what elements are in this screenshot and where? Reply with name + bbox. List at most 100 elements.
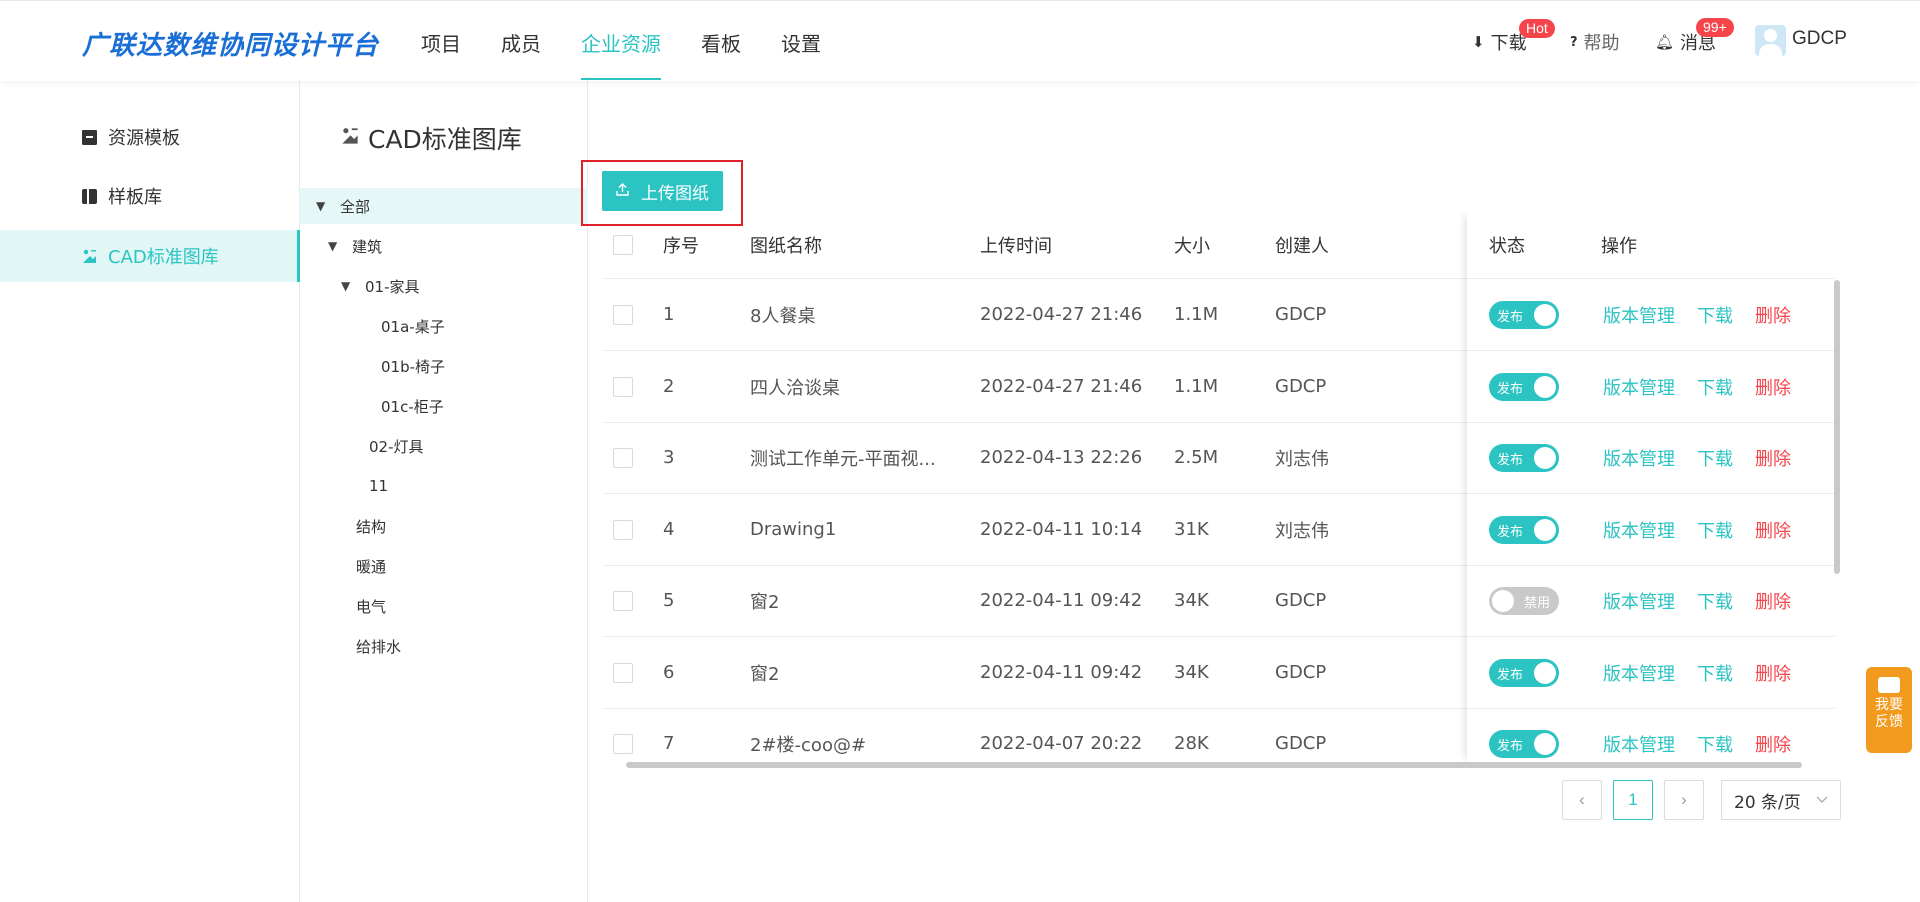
- select-all-checkbox[interactable]: [613, 234, 633, 255]
- tree-node-structure[interactable]: 结构: [356, 508, 386, 544]
- version-manage-link[interactable]: 版本管理: [1603, 588, 1675, 614]
- tree-node-all[interactable]: ▼ 全部: [300, 188, 588, 224]
- download-link[interactable]: 下载: [1697, 517, 1733, 543]
- table-row-actions: 发布 版本管理 下载 删除: [1467, 708, 1835, 763]
- toggle-knob: [1534, 375, 1556, 398]
- status-toggle-label: 发布: [1497, 452, 1524, 468]
- nav-item-settings[interactable]: 设置: [781, 1, 821, 81]
- download-link[interactable]: 下载: [1697, 374, 1733, 400]
- tree-node-plumbing[interactable]: 给排水: [356, 628, 401, 664]
- tree-node-11[interactable]: 11: [369, 468, 388, 504]
- download-link[interactable]: 下载: [1697, 731, 1733, 757]
- tree-node-label: 01-家具: [365, 277, 420, 296]
- download-link[interactable]: 下载: [1697, 445, 1733, 471]
- page: 广联达数维协同设计平台 项目 成员 企业资源 看板 设置 ⬇ 下载 Hot ? …: [0, 0, 1920, 902]
- status-toggle[interactable]: 发布: [1489, 300, 1559, 329]
- sidebar-item-label: 样板库: [108, 187, 162, 208]
- col-header-time: 上传时间: [980, 235, 1052, 257]
- chat-bubble-icon: [1878, 677, 1900, 693]
- delete-link[interactable]: 删除: [1755, 588, 1791, 614]
- row-creator: GDCP: [1275, 662, 1327, 683]
- status-toggle[interactable]: 发布: [1489, 729, 1559, 758]
- version-manage-link[interactable]: 版本管理: [1603, 731, 1675, 757]
- row-creator: GDCP: [1275, 304, 1327, 325]
- nav-item-dashboard[interactable]: 看板: [701, 1, 741, 81]
- status-toggle[interactable]: 发布: [1489, 515, 1559, 544]
- status-toggle[interactable]: 发布: [1489, 443, 1559, 472]
- download-link[interactable]: 下载: [1697, 588, 1733, 614]
- row-checkbox[interactable]: [613, 733, 633, 754]
- vertical-scrollbar[interactable]: [1834, 280, 1840, 574]
- row-checkbox[interactable]: [613, 376, 633, 397]
- row-size: 34K: [1174, 662, 1209, 683]
- row-checkbox[interactable]: [613, 304, 633, 325]
- delete-link[interactable]: 删除: [1755, 445, 1791, 471]
- page-size-select[interactable]: 20 条/页: [1721, 780, 1841, 820]
- row-select-cell: [613, 351, 633, 422]
- avatar-body: [1759, 44, 1782, 56]
- status-toggle[interactable]: 禁用: [1489, 586, 1559, 615]
- toggle-knob: [1534, 303, 1556, 326]
- download-link[interactable]: 下载: [1697, 660, 1733, 686]
- page-1-button[interactable]: 1: [1613, 780, 1653, 820]
- sidebar-item-resource-templates[interactable]: 资源模板: [0, 111, 300, 163]
- version-manage-link[interactable]: 版本管理: [1603, 660, 1675, 686]
- download-link[interactable]: ⬇ 下载: [1472, 29, 1527, 55]
- row-upload-time: 2022-04-27 21:46: [980, 376, 1143, 397]
- row-creator: 刘志伟: [1275, 520, 1329, 542]
- row-creator: GDCP: [1275, 733, 1327, 754]
- delete-link[interactable]: 删除: [1755, 517, 1791, 543]
- sidebar-item-template-library[interactable]: 样板库: [0, 170, 300, 222]
- app-logo[interactable]: 广联达数维协同设计平台: [82, 25, 379, 62]
- row-checkbox[interactable]: [613, 447, 633, 468]
- version-manage-link[interactable]: 版本管理: [1603, 517, 1675, 543]
- next-page-button[interactable]: ›: [1664, 780, 1704, 820]
- tree-node-chairs[interactable]: 01b-椅子: [381, 348, 445, 384]
- tree-node-tables[interactable]: 01a-桌子: [381, 308, 445, 344]
- drawings-table: 序号 图纸名称 上传时间 大小 创建人 1 8人餐桌 2022-04-27 21:4…: [603, 211, 1835, 763]
- tree-node-architecture[interactable]: ▼ 建筑: [328, 228, 382, 264]
- tree-node-cabinets[interactable]: 01c-柜子: [381, 388, 444, 424]
- prev-page-button[interactable]: ‹: [1562, 780, 1602, 820]
- help-link[interactable]: ? 帮助: [1570, 29, 1620, 55]
- main-nav: 项目 成员 企业资源 看板 设置: [421, 1, 861, 81]
- status-toggle[interactable]: 发布: [1489, 658, 1559, 687]
- download-link[interactable]: 下载: [1697, 302, 1733, 328]
- row-creator: 刘志伟: [1275, 448, 1329, 470]
- horizontal-scrollbar[interactable]: [626, 762, 1802, 768]
- sidebar-item-cad-library[interactable]: CAD标准图库: [0, 230, 300, 282]
- upload-drawing-button[interactable]: 上传图纸: [602, 171, 723, 211]
- delete-link[interactable]: 删除: [1755, 731, 1791, 757]
- upload-icon: [616, 182, 629, 200]
- tree-node-electrical[interactable]: 电气: [356, 588, 386, 624]
- row-actions-cell: 版本管理 下载 删除: [1603, 494, 1813, 565]
- row-checkbox[interactable]: [613, 590, 633, 611]
- toggle-knob: [1534, 518, 1556, 541]
- tree-node-hvac[interactable]: 暖通: [356, 548, 386, 584]
- tree-node-furniture[interactable]: ▼ 01-家具: [341, 268, 420, 304]
- nav-item-projects[interactable]: 项目: [421, 1, 461, 81]
- delete-link[interactable]: 删除: [1755, 374, 1791, 400]
- avatar[interactable]: [1755, 25, 1786, 56]
- nav-item-enterprise-resources[interactable]: 企业资源: [581, 1, 661, 81]
- delete-link[interactable]: 删除: [1755, 660, 1791, 686]
- fixed-status-actions-column: 状态 操作 发布 版本管理 下载 删除 发布 版本管理 下载 删除 发布 版本管理 下载 删除 发布 版本…: [1467, 211, 1835, 763]
- row-checkbox[interactable]: [613, 519, 633, 540]
- row-no: 6: [663, 662, 675, 683]
- version-manage-link[interactable]: 版本管理: [1603, 374, 1675, 400]
- caret-down-icon: ▼: [316, 199, 326, 213]
- sidebar-item-label: CAD标准图库: [108, 247, 219, 268]
- version-manage-link[interactable]: 版本管理: [1603, 302, 1675, 328]
- status-toggle[interactable]: 发布: [1489, 372, 1559, 401]
- row-actions-cell: 版本管理 下载 删除: [1603, 637, 1813, 708]
- cad-icon: [340, 126, 360, 151]
- feedback-button[interactable]: 我要 反馈: [1866, 667, 1912, 753]
- nav-item-members[interactable]: 成员: [501, 1, 541, 81]
- tree-node-lighting[interactable]: 02-灯具: [369, 428, 424, 464]
- version-manage-link[interactable]: 版本管理: [1603, 445, 1675, 471]
- username[interactable]: GDCP: [1792, 28, 1847, 50]
- status-toggle-label: 发布: [1497, 738, 1524, 754]
- delete-link[interactable]: 删除: [1755, 302, 1791, 328]
- row-checkbox[interactable]: [613, 662, 633, 683]
- col-header-status: 状态: [1489, 235, 1525, 257]
